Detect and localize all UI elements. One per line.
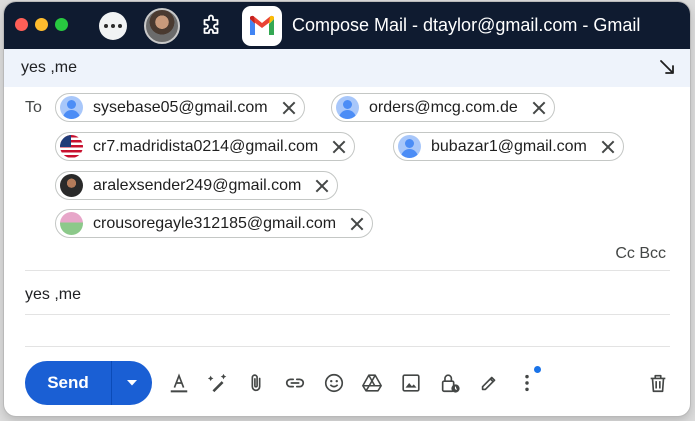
to-label: To [25,99,42,116]
window-title: Compose Mail - dtaylor@gmail.com - Gmail [292,15,641,35]
trash-icon[interactable] [646,371,670,395]
default-avatar-icon [398,135,421,158]
recipient-email: cr7.madridista0214@gmail.com [93,137,319,155]
remove-recipient-icon[interactable] [350,217,364,231]
us-flag-avatar-icon [60,135,83,158]
caret-down-icon [127,380,137,386]
send-button[interactable]: Send [25,373,111,393]
remove-recipient-icon[interactable] [315,179,329,193]
recipient-chip[interactable]: crousoregayle312185@gmail.com [55,209,374,238]
more-options-icon[interactable] [515,371,539,395]
default-avatar-icon [60,96,83,119]
text-format-icon[interactable] [167,371,191,395]
remove-recipient-icon[interactable] [332,140,346,154]
maximize-window-button[interactable] [55,18,68,31]
divider [25,346,670,347]
attach-icon[interactable] [244,371,268,395]
ai-write-icon[interactable] [206,371,230,395]
gmail-logo-icon [242,6,282,46]
subject-bar[interactable]: yes ,me [4,49,690,87]
photo-icon[interactable] [399,371,423,395]
recipient-chip[interactable]: aralexsender249@gmail.com [55,171,339,200]
divider [25,270,670,271]
subject-text: yes ,me [21,59,78,76]
extensions-icon[interactable] [200,14,224,38]
default-avatar-icon [336,96,359,119]
divider [25,314,670,315]
schedule-send-button[interactable] [112,361,152,405]
emoji-icon[interactable] [322,371,346,395]
cc-bcc-link[interactable]: Cc Bcc [615,245,666,263]
drive-icon[interactable] [360,371,384,395]
recipient-chip[interactable]: bubazar1@gmail.com [393,132,624,161]
message-body[interactable]: yes ,me [25,286,81,304]
notification-dot [534,366,541,373]
recipient-chip[interactable]: sysebase05@gmail.com [55,93,305,122]
signature-icon[interactable] [477,371,501,395]
remove-recipient-icon[interactable] [532,101,546,115]
remove-recipient-icon[interactable] [282,101,296,115]
compose-window: Compose Mail - dtaylor@gmail.com - Gmail… [4,2,690,416]
recipient-email: sysebase05@gmail.com [93,98,268,116]
title-bar: Compose Mail - dtaylor@gmail.com - Gmail [4,2,690,49]
link-icon[interactable] [283,371,307,395]
minimize-window-button[interactable] [35,18,48,31]
close-window-button[interactable] [15,18,28,31]
profile-avatar[interactable] [144,8,180,44]
recipient-email: orders@mcg.com.de [369,98,518,116]
recipient-chip[interactable]: orders@mcg.com.de [331,93,555,122]
confidential-mode-icon[interactable] [438,371,462,395]
scenic-avatar-icon [60,212,83,235]
expand-arrow-icon[interactable] [658,58,676,76]
recipient-email: bubazar1@gmail.com [431,137,587,155]
send-button-group: Send [25,361,152,405]
recipient-email: crousoregayle312185@gmail.com [93,214,337,232]
remove-recipient-icon[interactable] [601,140,615,154]
recipient-email: aralexsender249@gmail.com [93,176,302,194]
photo-avatar-icon [60,174,83,197]
recipient-chip[interactable]: cr7.madridista0214@gmail.com [55,132,356,161]
browser-more-icon[interactable] [99,12,127,40]
